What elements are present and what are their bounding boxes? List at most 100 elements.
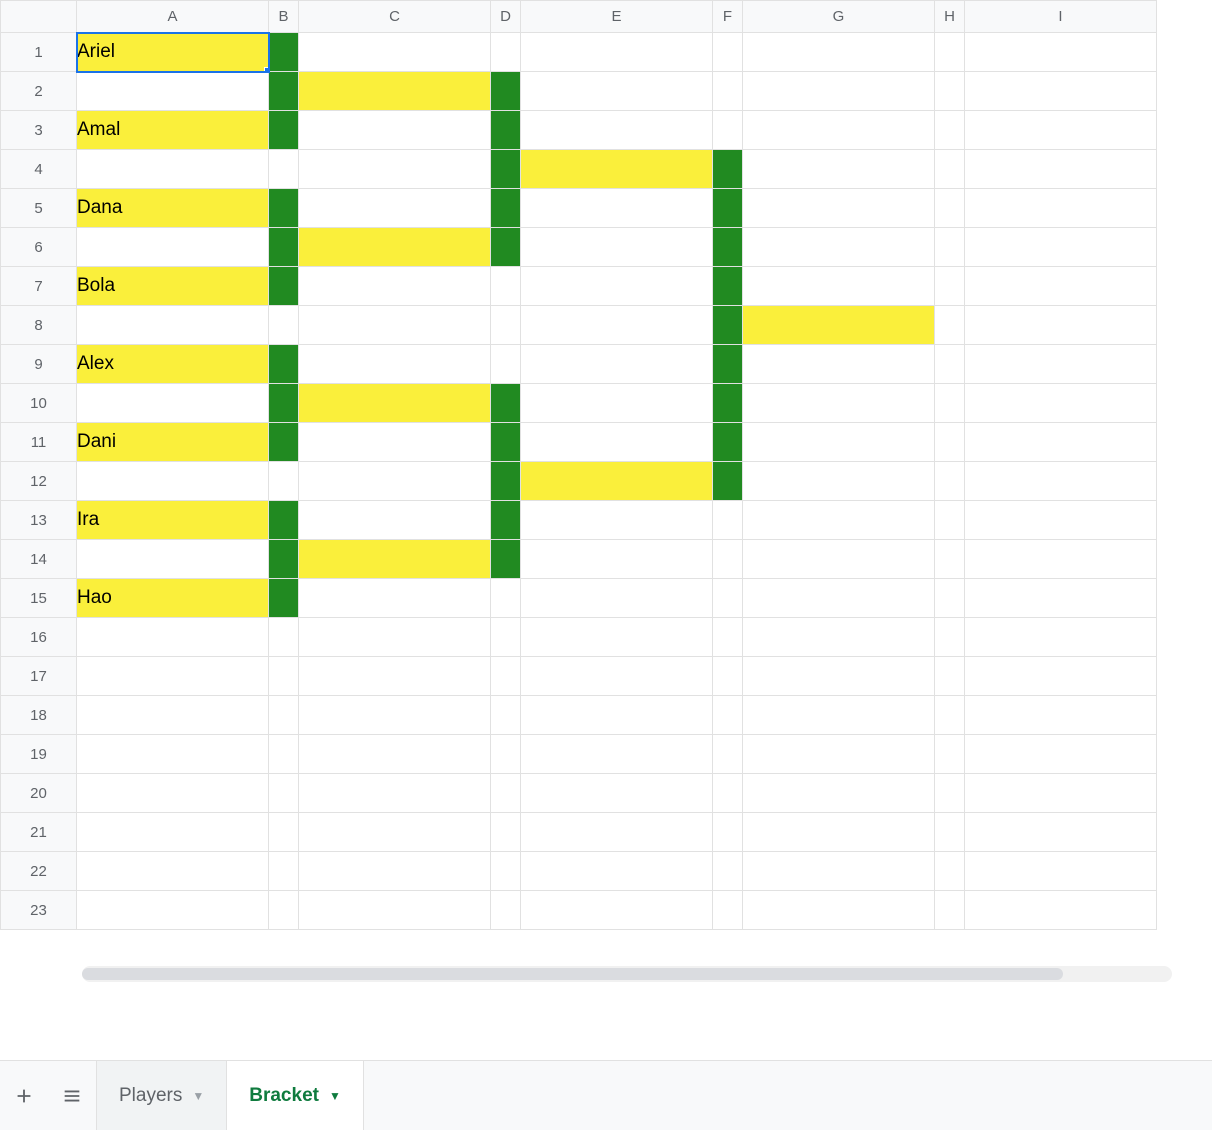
cell-H19[interactable] bbox=[935, 735, 965, 774]
cell-C20[interactable] bbox=[299, 774, 491, 813]
cell-A20[interactable] bbox=[77, 774, 269, 813]
cell-F17[interactable] bbox=[713, 657, 743, 696]
cell-C23[interactable] bbox=[299, 891, 491, 930]
cell-D13[interactable] bbox=[491, 501, 521, 540]
cell-B18[interactable] bbox=[269, 696, 299, 735]
row-header-22[interactable]: 22 bbox=[1, 852, 77, 891]
row-header-19[interactable]: 19 bbox=[1, 735, 77, 774]
cell-A12[interactable] bbox=[77, 462, 269, 501]
cell-A17[interactable] bbox=[77, 657, 269, 696]
cell-H2[interactable] bbox=[935, 72, 965, 111]
cell-G21[interactable] bbox=[743, 813, 935, 852]
cell-A3[interactable]: Amal bbox=[77, 111, 269, 150]
column-header-A[interactable]: A bbox=[77, 1, 269, 33]
cell-G14[interactable] bbox=[743, 540, 935, 579]
cell-I10[interactable] bbox=[965, 384, 1157, 423]
cell-A14[interactable] bbox=[77, 540, 269, 579]
column-header-D[interactable]: D bbox=[491, 1, 521, 33]
column-header-I[interactable]: I bbox=[965, 1, 1157, 33]
cell-C5[interactable] bbox=[299, 189, 491, 228]
cell-D5[interactable] bbox=[491, 189, 521, 228]
cell-E3[interactable] bbox=[521, 111, 713, 150]
cell-G2[interactable] bbox=[743, 72, 935, 111]
cell-D17[interactable] bbox=[491, 657, 521, 696]
spreadsheet-grid[interactable]: ABCDEFGHI 1Ariel23Amal45Dana67Bola89Alex… bbox=[0, 0, 1157, 930]
cell-I11[interactable] bbox=[965, 423, 1157, 462]
cell-I16[interactable] bbox=[965, 618, 1157, 657]
cell-F2[interactable] bbox=[713, 72, 743, 111]
cell-B15[interactable] bbox=[269, 579, 299, 618]
cell-C7[interactable] bbox=[299, 267, 491, 306]
cell-B13[interactable] bbox=[269, 501, 299, 540]
column-header-E[interactable]: E bbox=[521, 1, 713, 33]
cell-H18[interactable] bbox=[935, 696, 965, 735]
cell-F23[interactable] bbox=[713, 891, 743, 930]
cell-A9[interactable]: Alex bbox=[77, 345, 269, 384]
cell-I4[interactable] bbox=[965, 150, 1157, 189]
cell-E16[interactable] bbox=[521, 618, 713, 657]
cell-E21[interactable] bbox=[521, 813, 713, 852]
row-header-2[interactable]: 2 bbox=[1, 72, 77, 111]
cell-H4[interactable] bbox=[935, 150, 965, 189]
row-header-20[interactable]: 20 bbox=[1, 774, 77, 813]
cell-H1[interactable] bbox=[935, 33, 965, 72]
cell-E13[interactable] bbox=[521, 501, 713, 540]
sheet-tab-bracket[interactable]: Bracket▼ bbox=[227, 1061, 364, 1130]
cell-F22[interactable] bbox=[713, 852, 743, 891]
cell-I7[interactable] bbox=[965, 267, 1157, 306]
cell-I8[interactable] bbox=[965, 306, 1157, 345]
cell-G6[interactable] bbox=[743, 228, 935, 267]
horizontal-scrollbar-thumb[interactable] bbox=[82, 968, 1063, 980]
cell-B3[interactable] bbox=[269, 111, 299, 150]
cell-G3[interactable] bbox=[743, 111, 935, 150]
cell-G22[interactable] bbox=[743, 852, 935, 891]
cell-B20[interactable] bbox=[269, 774, 299, 813]
cell-E20[interactable] bbox=[521, 774, 713, 813]
cell-C14[interactable] bbox=[299, 540, 491, 579]
row-header-18[interactable]: 18 bbox=[1, 696, 77, 735]
row-header-15[interactable]: 15 bbox=[1, 579, 77, 618]
cell-I19[interactable] bbox=[965, 735, 1157, 774]
cell-G11[interactable] bbox=[743, 423, 935, 462]
cell-F11[interactable] bbox=[713, 423, 743, 462]
cell-H10[interactable] bbox=[935, 384, 965, 423]
cell-C21[interactable] bbox=[299, 813, 491, 852]
cell-C12[interactable] bbox=[299, 462, 491, 501]
cell-G20[interactable] bbox=[743, 774, 935, 813]
cell-I12[interactable] bbox=[965, 462, 1157, 501]
cell-H13[interactable] bbox=[935, 501, 965, 540]
cell-I3[interactable] bbox=[965, 111, 1157, 150]
cell-D7[interactable] bbox=[491, 267, 521, 306]
cell-H14[interactable] bbox=[935, 540, 965, 579]
cell-H12[interactable] bbox=[935, 462, 965, 501]
cell-B23[interactable] bbox=[269, 891, 299, 930]
cell-F1[interactable] bbox=[713, 33, 743, 72]
cell-A2[interactable] bbox=[77, 72, 269, 111]
column-header-C[interactable]: C bbox=[299, 1, 491, 33]
cell-H9[interactable] bbox=[935, 345, 965, 384]
cell-I15[interactable] bbox=[965, 579, 1157, 618]
cell-I9[interactable] bbox=[965, 345, 1157, 384]
row-header-13[interactable]: 13 bbox=[1, 501, 77, 540]
cell-B12[interactable] bbox=[269, 462, 299, 501]
cell-E19[interactable] bbox=[521, 735, 713, 774]
row-header-21[interactable]: 21 bbox=[1, 813, 77, 852]
cell-F19[interactable] bbox=[713, 735, 743, 774]
cell-B21[interactable] bbox=[269, 813, 299, 852]
column-header-F[interactable]: F bbox=[713, 1, 743, 33]
cell-A5[interactable]: Dana bbox=[77, 189, 269, 228]
cell-D11[interactable] bbox=[491, 423, 521, 462]
cell-D4[interactable] bbox=[491, 150, 521, 189]
caret-down-icon[interactable]: ▼ bbox=[192, 1089, 204, 1103]
cell-G5[interactable] bbox=[743, 189, 935, 228]
cell-I21[interactable] bbox=[965, 813, 1157, 852]
cell-C16[interactable] bbox=[299, 618, 491, 657]
cell-G16[interactable] bbox=[743, 618, 935, 657]
cell-G7[interactable] bbox=[743, 267, 935, 306]
cell-G12[interactable] bbox=[743, 462, 935, 501]
cell-D20[interactable] bbox=[491, 774, 521, 813]
cell-E12[interactable] bbox=[521, 462, 713, 501]
cell-H8[interactable] bbox=[935, 306, 965, 345]
cell-F8[interactable] bbox=[713, 306, 743, 345]
cell-H15[interactable] bbox=[935, 579, 965, 618]
